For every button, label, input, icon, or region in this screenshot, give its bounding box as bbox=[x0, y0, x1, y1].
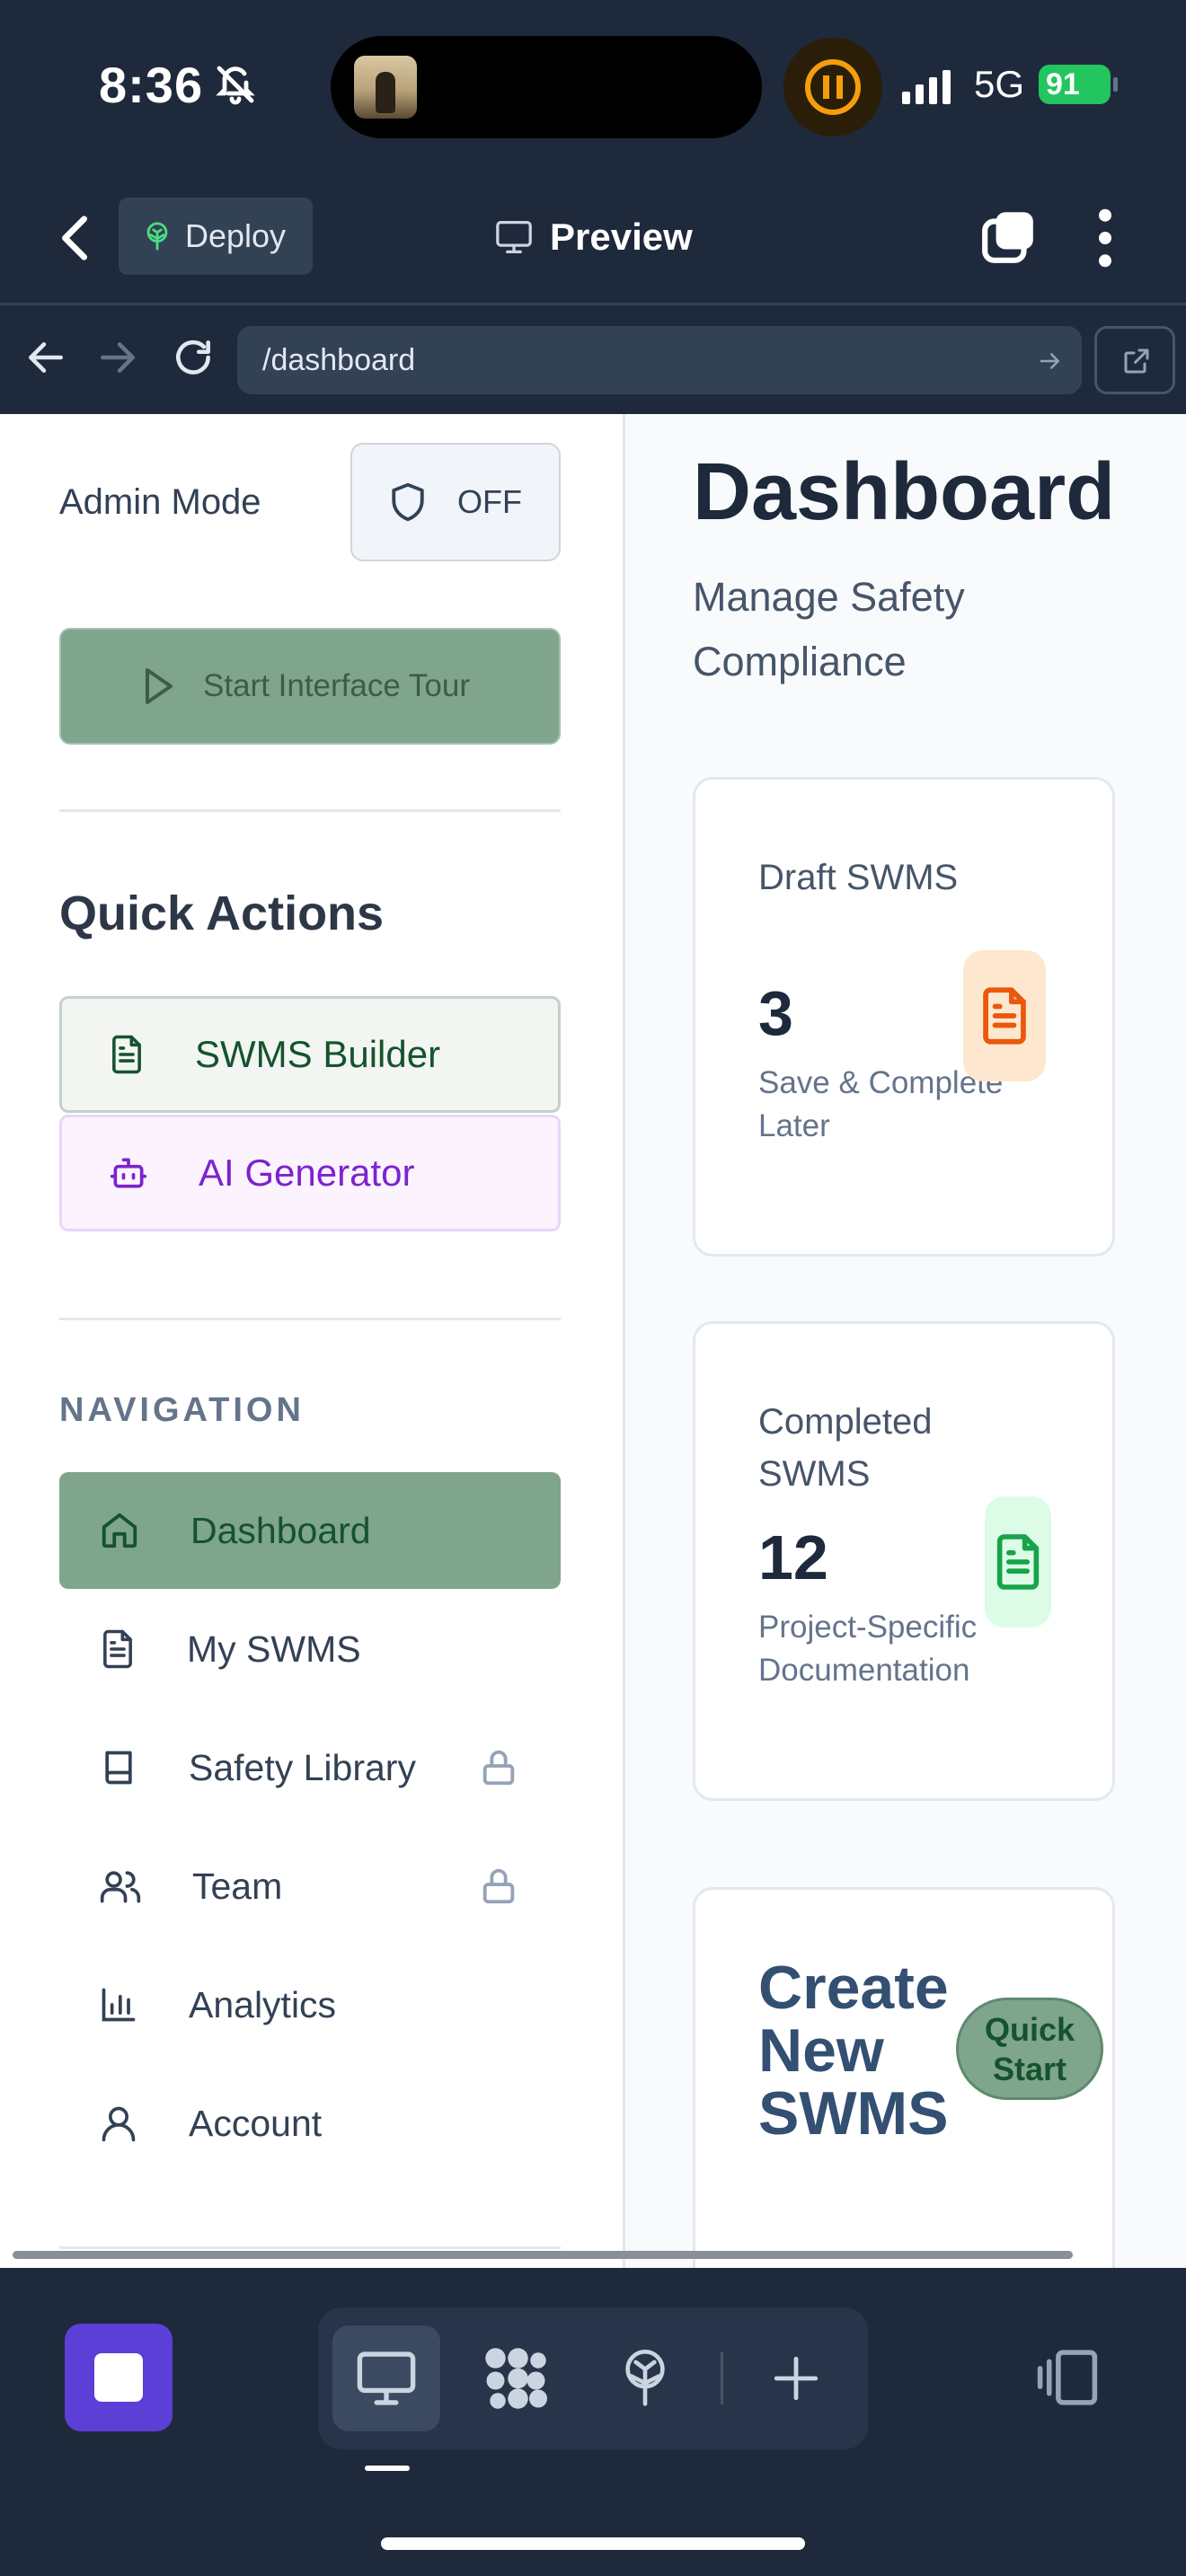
ai-generator-button[interactable]: AI Generator bbox=[59, 1115, 561, 1231]
stat-card-icon-box bbox=[963, 950, 1046, 1081]
desktop-icon[interactable] bbox=[332, 2325, 440, 2431]
url-text: /dashboard bbox=[262, 343, 416, 377]
network-type: 5G bbox=[974, 63, 1025, 105]
nav-item-analytics[interactable]: Analytics bbox=[59, 1946, 561, 2063]
home-indicator bbox=[381, 2537, 805, 2550]
copy-icon[interactable] bbox=[979, 207, 1039, 266]
swms-builder-label: SWMS Builder bbox=[195, 1033, 441, 1075]
stat-card-completed[interactable]: Completed SWMS 12 Project-Specific Docum… bbox=[693, 1321, 1115, 1801]
address-bar: /dashboard bbox=[0, 308, 1186, 414]
start-tour-button[interactable]: Start Interface Tour bbox=[59, 628, 561, 745]
create-swms-card[interactable]: Create New SWMS Quick Start bbox=[693, 1887, 1115, 2268]
book-icon bbox=[105, 1751, 132, 1785]
stat-card-description: Project-Specific Documentation bbox=[758, 1610, 978, 1688]
signal-icon bbox=[902, 68, 951, 104]
battery-indicator: 91 bbox=[1039, 65, 1118, 104]
stat-card-value: 3 bbox=[758, 978, 793, 1048]
nav-item-dashboard[interactable]: Dashboard bbox=[59, 1472, 561, 1589]
deploy-icon[interactable] bbox=[591, 2325, 699, 2431]
stat-card-draft[interactable]: Draft SWMS 3 Save & Complete Later bbox=[693, 777, 1115, 1257]
preview-tab[interactable]: Preview bbox=[494, 216, 693, 259]
bottom-dock bbox=[0, 2268, 1186, 2576]
stat-card-label: Completed SWMS bbox=[758, 1402, 933, 1494]
home-icon bbox=[102, 1513, 137, 1548]
admin-mode-toggle[interactable]: OFF bbox=[350, 443, 561, 561]
shapes-icon[interactable] bbox=[462, 2325, 570, 2431]
main-panel: Dashboard Manage Safety Compliance Draft… bbox=[628, 414, 1186, 2268]
app-toolbar: Deploy Preview bbox=[0, 171, 1186, 305]
active-tab-indicator bbox=[365, 2466, 410, 2471]
app-stop-button[interactable] bbox=[65, 2324, 173, 2431]
nav-item-label: Dashboard bbox=[190, 1509, 371, 1551]
shield-icon bbox=[392, 482, 424, 522]
nav-item-label: Safety Library bbox=[189, 1746, 416, 1788]
nav-item-my-swms[interactable]: My SWMS bbox=[59, 1591, 561, 1707]
admin-mode-label: Admin Mode bbox=[59, 482, 261, 522]
nav-item-label: Team bbox=[192, 1865, 283, 1907]
ai-generator-label: AI Generator bbox=[199, 1151, 415, 1194]
stat-card-label: Draft SWMS bbox=[758, 858, 959, 897]
file-text-icon bbox=[103, 1629, 132, 1669]
nav-item-label: Account bbox=[189, 2102, 323, 2144]
admin-mode-state: OFF bbox=[457, 483, 522, 520]
page-title: Dashboard bbox=[693, 447, 1116, 537]
refresh-icon[interactable] bbox=[171, 335, 216, 380]
users-icon bbox=[100, 1871, 141, 1903]
plus-icon[interactable] bbox=[742, 2325, 850, 2431]
back-chevron-icon[interactable] bbox=[56, 214, 95, 262]
page-subtitle: Manage Safety Compliance bbox=[693, 574, 965, 684]
deploy-icon bbox=[146, 222, 168, 251]
arrow-right-icon[interactable] bbox=[95, 335, 140, 380]
file-text-icon bbox=[983, 987, 1026, 1045]
sidebar: Admin Mode OFF Start Interface Tour Quic… bbox=[0, 414, 625, 2268]
deploy-label: Deploy bbox=[185, 217, 287, 254]
go-arrow-icon[interactable] bbox=[1037, 348, 1064, 375]
timer-pause-icon bbox=[783, 38, 882, 137]
user-icon bbox=[102, 2106, 136, 2142]
lock-icon bbox=[482, 1750, 515, 1786]
lock-icon bbox=[482, 1868, 515, 1904]
stat-card-icon-box bbox=[985, 1496, 1051, 1628]
divider bbox=[59, 1318, 561, 1320]
start-tour-label: Start Interface Tour bbox=[203, 668, 471, 703]
status-time: 8:36 bbox=[99, 57, 204, 113]
sidebar-toggle-icon[interactable] bbox=[1033, 2343, 1102, 2412]
deploy-button[interactable]: Deploy bbox=[119, 198, 313, 275]
web-content: Admin Mode OFF Start Interface Tour Quic… bbox=[0, 414, 1186, 2268]
url-field[interactable]: /dashboard bbox=[237, 326, 1082, 394]
navigation-title: NAVIGATION bbox=[59, 1391, 305, 1429]
file-text-icon bbox=[112, 1035, 141, 1074]
divider bbox=[59, 809, 561, 812]
nav-item-account[interactable]: Account bbox=[59, 2065, 561, 2182]
dock-separator bbox=[721, 2352, 723, 2404]
create-swms-title: Create New SWMS bbox=[758, 1954, 949, 2148]
bell-muted-icon bbox=[216, 66, 255, 105]
quick-actions-title: Quick Actions bbox=[59, 887, 385, 940]
play-icon bbox=[146, 668, 173, 704]
quick-start-badge[interactable]: Quick Start bbox=[956, 1998, 1103, 2100]
dynamic-island bbox=[331, 36, 762, 138]
external-link-icon bbox=[1124, 348, 1149, 374]
nav-item-safety-library[interactable]: Safety Library bbox=[59, 1709, 561, 1826]
monitor-icon bbox=[496, 221, 532, 253]
now-playing-artwork bbox=[354, 56, 417, 119]
horizontal-scrollbar[interactable] bbox=[13, 2251, 1073, 2259]
dock-tab-group bbox=[318, 2307, 868, 2449]
swms-builder-button[interactable]: SWMS Builder bbox=[59, 996, 561, 1113]
open-external-button[interactable] bbox=[1094, 326, 1175, 394]
preview-label: Preview bbox=[550, 216, 693, 258]
arrow-left-icon[interactable] bbox=[23, 335, 68, 380]
stat-card-value: 12 bbox=[758, 1522, 828, 1592]
nav-item-label: My SWMS bbox=[187, 1628, 361, 1670]
nav-item-team[interactable]: Team bbox=[59, 1828, 561, 1945]
file-text-icon bbox=[996, 1534, 1040, 1590]
bar-chart-icon bbox=[102, 1988, 136, 2022]
nav-item-label: Analytics bbox=[189, 1983, 337, 2025]
divider bbox=[59, 2246, 561, 2249]
stop-icon bbox=[94, 2353, 143, 2402]
more-options-icon[interactable] bbox=[1087, 207, 1123, 269]
bot-icon bbox=[110, 1158, 147, 1188]
status-bar: 8:36 5G 91 bbox=[0, 0, 1186, 171]
